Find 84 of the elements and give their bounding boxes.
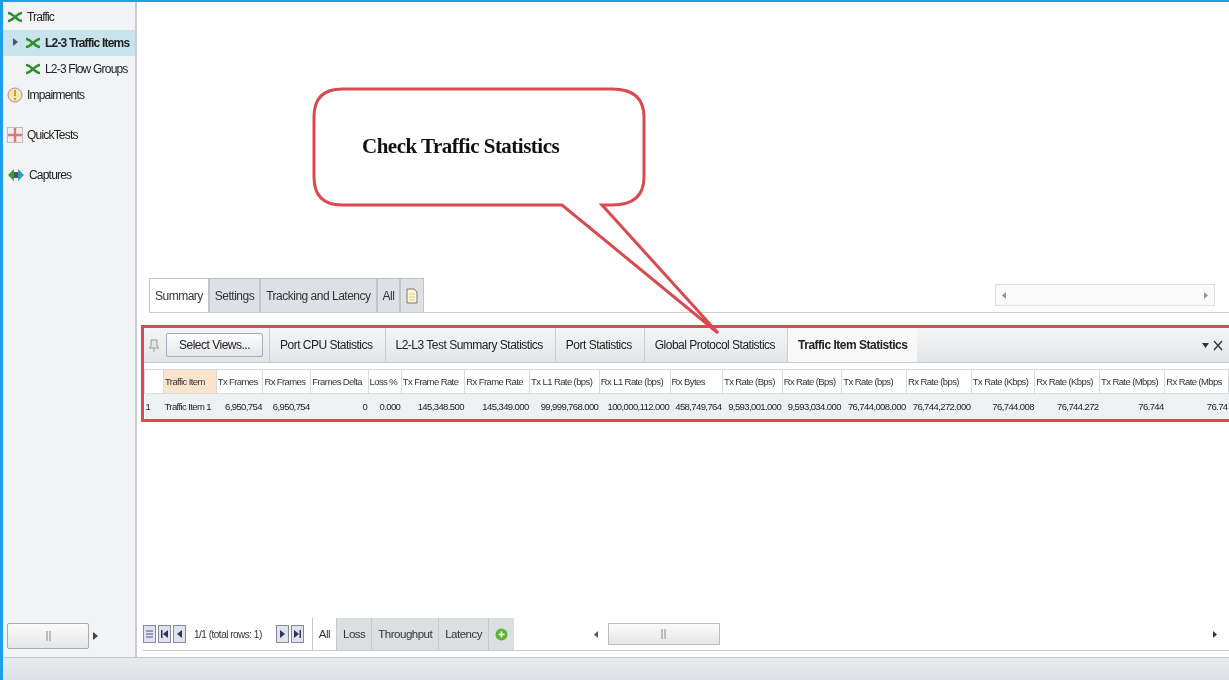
dropdown-arrow-icon[interactable]	[1202, 342, 1209, 348]
grip-icon	[45, 631, 51, 641]
table-cell: 76,744.008	[971, 393, 1035, 419]
statistics-tab[interactable]: Port Statistics	[554, 328, 642, 362]
plus-grid-icon	[7, 127, 23, 143]
next-page-button[interactable]	[275, 625, 289, 643]
tree-item[interactable]: L2-3 Traffic Items	[3, 30, 135, 56]
first-page-icon	[161, 630, 168, 638]
document-icon	[406, 287, 419, 304]
next-page-icon	[279, 630, 285, 638]
row-number: 1	[144, 393, 164, 419]
tree-item-label: Traffic	[27, 10, 55, 24]
previous-page-icon	[177, 630, 182, 638]
expand-arrow-icon[interactable]	[13, 38, 18, 46]
tree-item[interactable]: QuickTests	[3, 122, 135, 148]
pager-text: 1/1 (total rows: 1)	[193, 628, 263, 640]
select-views-button[interactable]: Select Views...	[166, 333, 263, 357]
table-cell: 145,349.000	[464, 393, 530, 419]
column-header[interactable]: Loss %	[368, 369, 402, 394]
column-header[interactable]: Rx L1 Rate (bps)	[599, 369, 671, 394]
table-cell: 6,950,754	[216, 393, 263, 419]
column-header[interactable]: Tx Rate (Mbps)	[1099, 369, 1165, 394]
tree-item-label: Captures	[29, 168, 72, 182]
view-tab[interactable]: Summary	[149, 278, 209, 312]
capture-arrows-icon	[7, 167, 25, 183]
filter-tab[interactable]: Loss	[336, 618, 372, 650]
callout-text: Check Traffic Statistics	[362, 134, 560, 159]
tree-item-label: QuickTests	[27, 128, 78, 142]
crossed-arrows-icon	[7, 11, 23, 23]
crossed-arrows-icon	[25, 63, 41, 75]
column-header[interactable]: Traffic Item	[163, 369, 217, 394]
table-cell: 76,744,008.000	[841, 393, 907, 419]
statistics-tab[interactable]: L2-L3 Test Summary Statistics	[384, 328, 553, 362]
scrollbar-thumb[interactable]	[7, 623, 89, 649]
column-header[interactable]: Rx Frame Rate	[464, 369, 530, 394]
column-header[interactable]: Rx Bytes	[670, 369, 723, 394]
view-tab[interactable]: Tracking and Latency	[260, 278, 377, 312]
scroll-right-arrow-icon[interactable]	[93, 632, 98, 640]
column-header[interactable]: Tx Frames	[216, 369, 263, 394]
tree-item-label: L2-3 Traffic Items	[45, 36, 130, 50]
column-header[interactable]: Rx Rate (bps)	[906, 369, 972, 394]
column-header[interactable]: Tx Rate (Kbps)	[971, 369, 1035, 394]
column-header[interactable]: Rx Rate (Mbps	[1164, 369, 1229, 394]
tree-item[interactable]: L2-3 Flow Groups	[3, 56, 135, 82]
table-cell: 9,593,034.000	[782, 393, 842, 419]
column-header[interactable]: Tx Rate (bps)	[841, 369, 907, 394]
column-header[interactable]: Tx Rate (Bps)	[722, 369, 783, 394]
tree-item[interactable]: Traffic	[3, 4, 135, 30]
statistics-tab[interactable]: Traffic Item Statistics	[787, 328, 918, 362]
table-cell: 458,749,764	[670, 393, 723, 419]
filter-tab[interactable]: Throughput	[371, 618, 439, 650]
plus-circle-icon	[494, 627, 508, 641]
scrollbar-thumb[interactable]	[607, 623, 720, 645]
first-page-button[interactable]	[158, 625, 171, 643]
table-cell: 145,348.500	[401, 393, 465, 419]
statistics-tab[interactable]: Port CPU Statistics	[269, 328, 383, 362]
last-page-button[interactable]	[290, 625, 304, 643]
tree-item-label: Impairments	[27, 88, 85, 102]
column-header[interactable]: Rx Rate (Bps)	[782, 369, 842, 394]
column-header[interactable]: Frames Delta	[310, 369, 369, 394]
grip-icon	[661, 629, 667, 639]
view-tab[interactable]: Settings	[208, 278, 261, 312]
scroll-left-arrow-icon[interactable]	[593, 630, 598, 638]
table-cell: 0.000	[368, 393, 402, 419]
tree-item-label: L2-3 Flow Groups	[45, 62, 128, 76]
crossed-arrows-icon	[25, 37, 41, 49]
last-page-icon	[293, 630, 301, 638]
column-header[interactable]: Tx Frame Rate	[401, 369, 465, 394]
column-header[interactable]: Rx Rate (Kbps)	[1034, 369, 1100, 394]
view-tab[interactable]: All	[376, 278, 401, 312]
tree-item[interactable]: Captures	[3, 162, 135, 188]
horizontal-scrollbar[interactable]	[593, 623, 1217, 645]
table-cell: 100,000,112.000	[599, 393, 671, 419]
filter-tab[interactable]: Latency	[438, 618, 488, 650]
table-cell: 9,593,001.000	[722, 393, 783, 419]
statistics-tab[interactable]: Global Protocol Statistics	[643, 328, 786, 362]
list-icon	[146, 629, 153, 639]
column-header[interactable]: Tx L1 Rate (bps)	[529, 369, 600, 394]
tree-item[interactable]: Impairments	[3, 82, 135, 108]
previous-page-button[interactable]	[173, 625, 186, 643]
scroll-right-arrow-icon[interactable]	[1213, 630, 1217, 638]
close-icon[interactable]	[1213, 339, 1223, 351]
exclamation-circle-icon	[7, 87, 23, 103]
column-header[interactable]: Rx Frames	[262, 369, 311, 394]
